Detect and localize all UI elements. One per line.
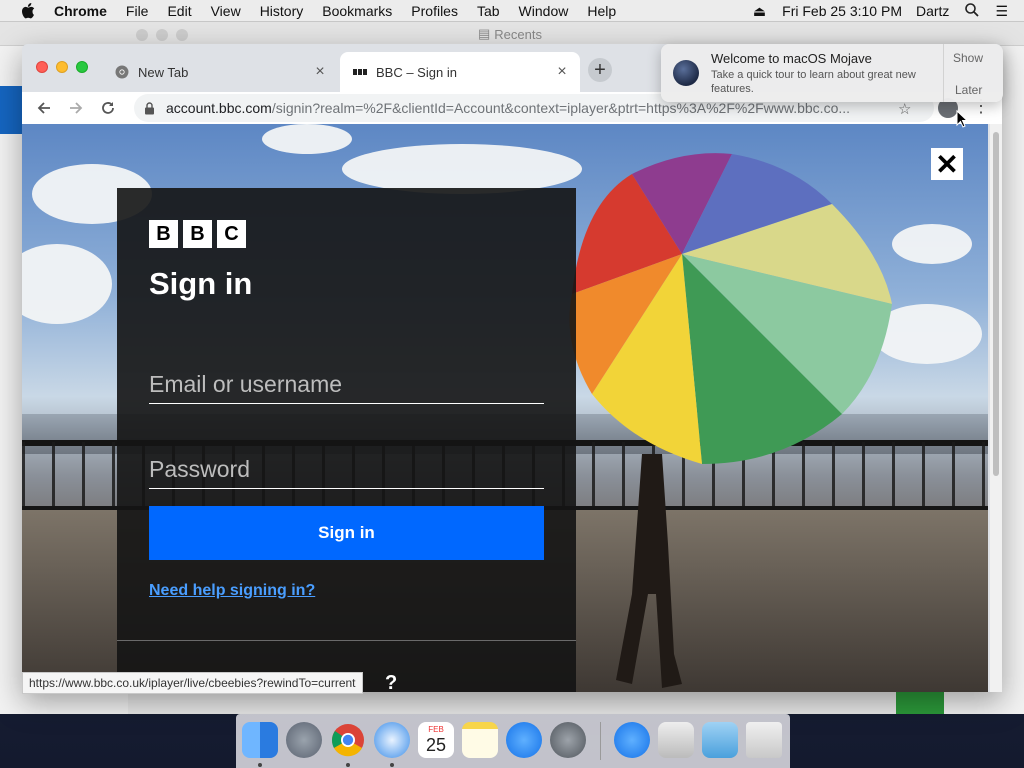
tab-close-icon[interactable]: × xyxy=(554,63,570,80)
signin-panel: B B C Sign in Sign in Need help signing … xyxy=(117,188,576,692)
dock-separator xyxy=(600,722,601,760)
macos-notification[interactable]: Welcome to macOS Mojave Take a quick tou… xyxy=(661,44,1003,102)
menu-window[interactable]: Window xyxy=(519,3,569,19)
menu-app-name[interactable]: Chrome xyxy=(54,3,107,19)
link-status-bubble: https://www.bbc.co.uk/iplayer/live/cbeeb… xyxy=(22,672,363,694)
register-prompt-text: ? xyxy=(385,672,398,692)
spotlight-search-icon[interactable] xyxy=(965,2,980,20)
calendar-day: 25 xyxy=(425,735,447,755)
close-window-button[interactable] xyxy=(36,61,48,73)
umbrella-illustration xyxy=(569,153,892,464)
lock-icon[interactable] xyxy=(144,101,158,115)
minimize-window-button[interactable] xyxy=(56,61,68,73)
menu-view[interactable]: View xyxy=(211,3,241,19)
notification-title: Welcome to macOS Mojave xyxy=(711,51,872,66)
dock: FEB 25 xyxy=(236,714,790,768)
notification-later-button[interactable]: Later xyxy=(955,83,982,97)
safari-icon[interactable] xyxy=(374,722,410,758)
new-tab-button[interactable]: + xyxy=(588,58,612,82)
app-store-download-icon[interactable] xyxy=(614,722,650,758)
menu-clock[interactable]: Fri Feb 25 3:10 PM xyxy=(782,3,902,19)
password-field[interactable] xyxy=(149,451,544,487)
mojave-icon xyxy=(673,60,699,86)
eject-icon[interactable]: ⏏ xyxy=(753,3,766,20)
notification-show-button[interactable]: Show xyxy=(953,51,983,65)
chrome-icon[interactable] xyxy=(330,722,366,758)
bbc-logo-letter: B xyxy=(183,220,212,248)
menu-user[interactable]: Dartz xyxy=(916,3,949,19)
page-scrollbar[interactable] xyxy=(990,124,1002,692)
menu-edit[interactable]: Edit xyxy=(167,3,191,19)
tab-title: BBC – Sign in xyxy=(376,64,457,80)
url-path: /signin?realm=%2F&clientId=Account&conte… xyxy=(271,100,851,116)
apple-menu-icon[interactable] xyxy=(18,0,38,22)
chrome-favicon-icon xyxy=(114,64,130,80)
notification-body: Take a quick tour to learn about great n… xyxy=(711,69,916,95)
tab-new-tab[interactable]: New Tab × xyxy=(102,52,338,92)
signin-heading: Sign in xyxy=(149,266,253,301)
bbc-signin-page: ✕ B B C Sign in Sign in Need help signin… xyxy=(22,124,988,692)
menu-bar-status-area: ⏏ Fri Feb 25 3:10 PM Dartz ☰ xyxy=(753,0,1024,22)
menu-help[interactable]: Help xyxy=(587,3,616,19)
preview-icon[interactable] xyxy=(658,722,694,758)
system-preferences-icon[interactable] xyxy=(550,722,586,758)
forward-arrow-icon[interactable] xyxy=(64,96,88,120)
email-field-container xyxy=(149,366,544,404)
chrome-window: New Tab × BBC – Sign in × + account.bbc.… xyxy=(22,44,1002,692)
background-window-title: ▤ Recents xyxy=(478,26,542,42)
person-silhouette xyxy=(616,454,682,688)
background-window-titlebar: ▤ Recents xyxy=(0,22,1024,46)
window-controls xyxy=(36,61,88,73)
notes-icon[interactable] xyxy=(462,722,498,758)
menu-bar: Chrome File Edit View History Bookmarks … xyxy=(0,0,1024,22)
launchpad-icon[interactable] xyxy=(286,722,322,758)
tab-title: New Tab xyxy=(138,64,189,80)
background-blue-strip xyxy=(0,86,22,134)
bbc-logo: B B C xyxy=(149,220,246,248)
recents-icon: ▤ xyxy=(478,26,491,41)
menu-tab[interactable]: Tab xyxy=(477,3,500,19)
zoom-window-button[interactable] xyxy=(76,61,88,73)
bbc-logo-letter: B xyxy=(149,220,178,248)
sign-in-button[interactable]: Sign in xyxy=(149,506,544,560)
menu-bookmarks[interactable]: Bookmarks xyxy=(322,3,392,19)
menu-history[interactable]: History xyxy=(260,3,304,19)
need-help-link[interactable]: Need help signing in? xyxy=(149,582,315,600)
bbc-logo-letter: C xyxy=(217,220,246,248)
finder-icon[interactable] xyxy=(242,722,278,758)
plus-icon: + xyxy=(594,58,606,81)
background-green-button[interactable] xyxy=(896,690,944,714)
notification-center-icon[interactable]: ☰ xyxy=(995,3,1008,20)
panel-divider xyxy=(117,640,576,641)
back-arrow-icon[interactable] xyxy=(32,96,56,120)
downloads-folder-icon[interactable] xyxy=(702,722,738,758)
menu-file[interactable]: File xyxy=(126,3,149,19)
url-host: account.bbc.com xyxy=(166,100,272,116)
trash-icon[interactable] xyxy=(746,722,782,758)
background-window-controls xyxy=(136,29,188,41)
close-overlay-icon[interactable]: ✕ xyxy=(931,148,963,180)
password-field-container xyxy=(149,451,544,489)
calendar-icon[interactable]: FEB 25 xyxy=(418,722,454,758)
mouse-cursor-icon xyxy=(956,110,968,128)
bbc-favicon-icon xyxy=(352,64,368,80)
app-store-icon[interactable] xyxy=(506,722,542,758)
scrollbar-thumb[interactable] xyxy=(993,132,999,476)
bookmark-star-icon[interactable]: ☆ xyxy=(898,100,911,118)
menu-profiles[interactable]: Profiles xyxy=(411,3,458,19)
reload-icon[interactable] xyxy=(96,96,120,120)
calendar-month: FEB xyxy=(428,725,444,734)
background-window-title-text: Recents xyxy=(494,26,542,42)
tab-bbc-sign-in[interactable]: BBC – Sign in × xyxy=(340,52,580,92)
tab-close-icon[interactable]: × xyxy=(312,63,328,80)
email-field[interactable] xyxy=(149,366,544,402)
